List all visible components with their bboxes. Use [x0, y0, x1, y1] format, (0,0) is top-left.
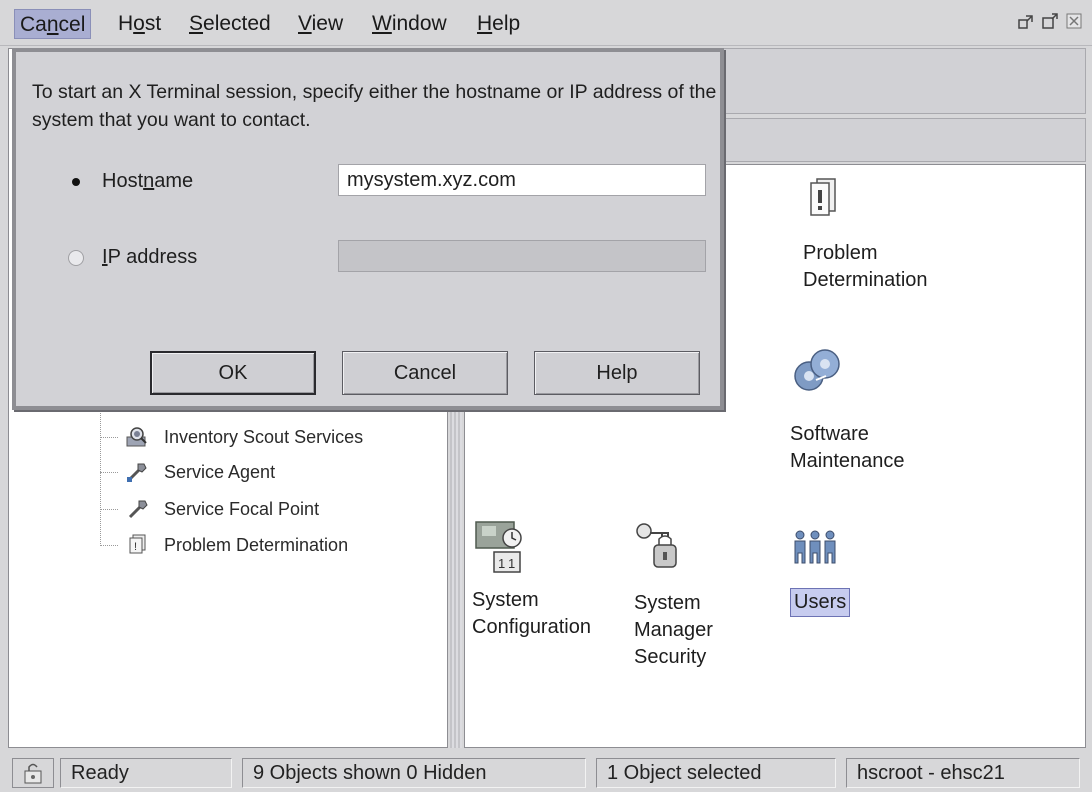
- tree-item-service-agent[interactable]: Service Agent: [100, 458, 275, 486]
- status-selection: 1 Object selected: [596, 758, 836, 788]
- tree-branch: [100, 508, 118, 510]
- svg-text:1: 1: [498, 556, 505, 571]
- inventory-scout-icon: [124, 425, 150, 449]
- tree-item-inventory-scout[interactable]: Inventory Scout Services: [100, 423, 363, 451]
- tree-item-problem-determination[interactable]: ! Problem Determination: [100, 531, 348, 559]
- ip-address-label: IP address: [102, 246, 198, 268]
- hostname-radio[interactable]: [68, 174, 84, 190]
- lock-icon[interactable]: [12, 758, 54, 788]
- tree-branch: [100, 544, 118, 546]
- menu-bar: Cancel Host Selected View Window Help: [0, 0, 1092, 46]
- workarea-item-label: Software Maintenance: [790, 423, 905, 472]
- workarea-item-users[interactable]: Users: [790, 527, 851, 617]
- cancel-button[interactable]: Cancel: [342, 351, 508, 395]
- tree-branch: [100, 471, 118, 473]
- svg-text:!: !: [134, 541, 137, 553]
- service-agent-icon: [124, 460, 150, 484]
- workarea-item-problem-determination[interactable]: Problem Determination: [803, 177, 928, 294]
- workarea-item-label: Problem Determination: [803, 242, 928, 291]
- system-configuration-icon: 11: [474, 520, 524, 581]
- status-user: hscroot - ehsc21: [846, 758, 1080, 788]
- workarea-item-system-configuration[interactable]: 11 System Configuration: [472, 520, 591, 641]
- svg-text:1: 1: [508, 556, 515, 571]
- menu-host[interactable]: Host: [113, 9, 166, 39]
- workarea-item-label: System Configuration: [472, 589, 591, 638]
- tree-item-label: Problem Determination: [164, 534, 349, 555]
- tree-branch: [100, 436, 118, 438]
- menu-view[interactable]: View: [293, 9, 348, 39]
- users-icon: [792, 527, 838, 572]
- service-focal-point-icon: [124, 497, 150, 521]
- hostname-radio-option[interactable]: Hostname: [68, 170, 193, 193]
- ok-button[interactable]: OK: [150, 351, 316, 395]
- workarea-item-label: System Manager Security: [634, 592, 713, 668]
- tree-item-label: Inventory Scout Services: [164, 426, 364, 447]
- tree-item-service-focal-point[interactable]: Service Focal Point: [100, 495, 319, 523]
- ip-address-radio[interactable]: [68, 249, 84, 266]
- security-keys-icon: [634, 521, 680, 578]
- x-terminal-dialog: To start an X Terminal session, specify …: [12, 48, 724, 410]
- software-maintenance-icon: [792, 346, 842, 401]
- tree-item-label: Service Agent: [164, 461, 276, 482]
- problem-determination-icon: [805, 177, 841, 226]
- workarea-item-software-maintenance[interactable]: Software Maintenance: [790, 346, 905, 475]
- problem-determination-icon: !: [124, 533, 150, 557]
- menu-window[interactable]: Window: [367, 9, 452, 39]
- status-state: Ready: [60, 758, 232, 788]
- status-objects: 9 Objects shown 0 Hidden: [242, 758, 586, 788]
- ip-address-field[interactable]: [338, 240, 706, 272]
- restore-icon[interactable]: [1016, 11, 1036, 31]
- window-controls: [1016, 11, 1084, 31]
- workarea-item-label: Users: [790, 588, 851, 617]
- status-bar: Ready 9 Objects shown 0 Hidden 1 Object …: [0, 752, 1092, 792]
- menu-help[interactable]: Help: [472, 9, 525, 39]
- hostname-field[interactable]: mysystem.xyz.com: [338, 164, 706, 196]
- menu-selected[interactable]: Selected: [184, 9, 276, 39]
- workarea-item-system-manager-security[interactable]: System Manager Security: [634, 521, 713, 671]
- maximize-icon[interactable]: [1040, 11, 1060, 31]
- help-button[interactable]: Help: [534, 351, 700, 395]
- tree-item-label: Service Focal Point: [164, 498, 320, 519]
- hostname-label: Hostname: [102, 170, 194, 192]
- dialog-message: To start an X Terminal session, specify …: [32, 81, 717, 131]
- close-icon[interactable]: [1064, 11, 1084, 31]
- menu-cancel[interactable]: Cancel: [14, 9, 92, 39]
- ip-address-radio-option[interactable]: IP address: [68, 246, 197, 269]
